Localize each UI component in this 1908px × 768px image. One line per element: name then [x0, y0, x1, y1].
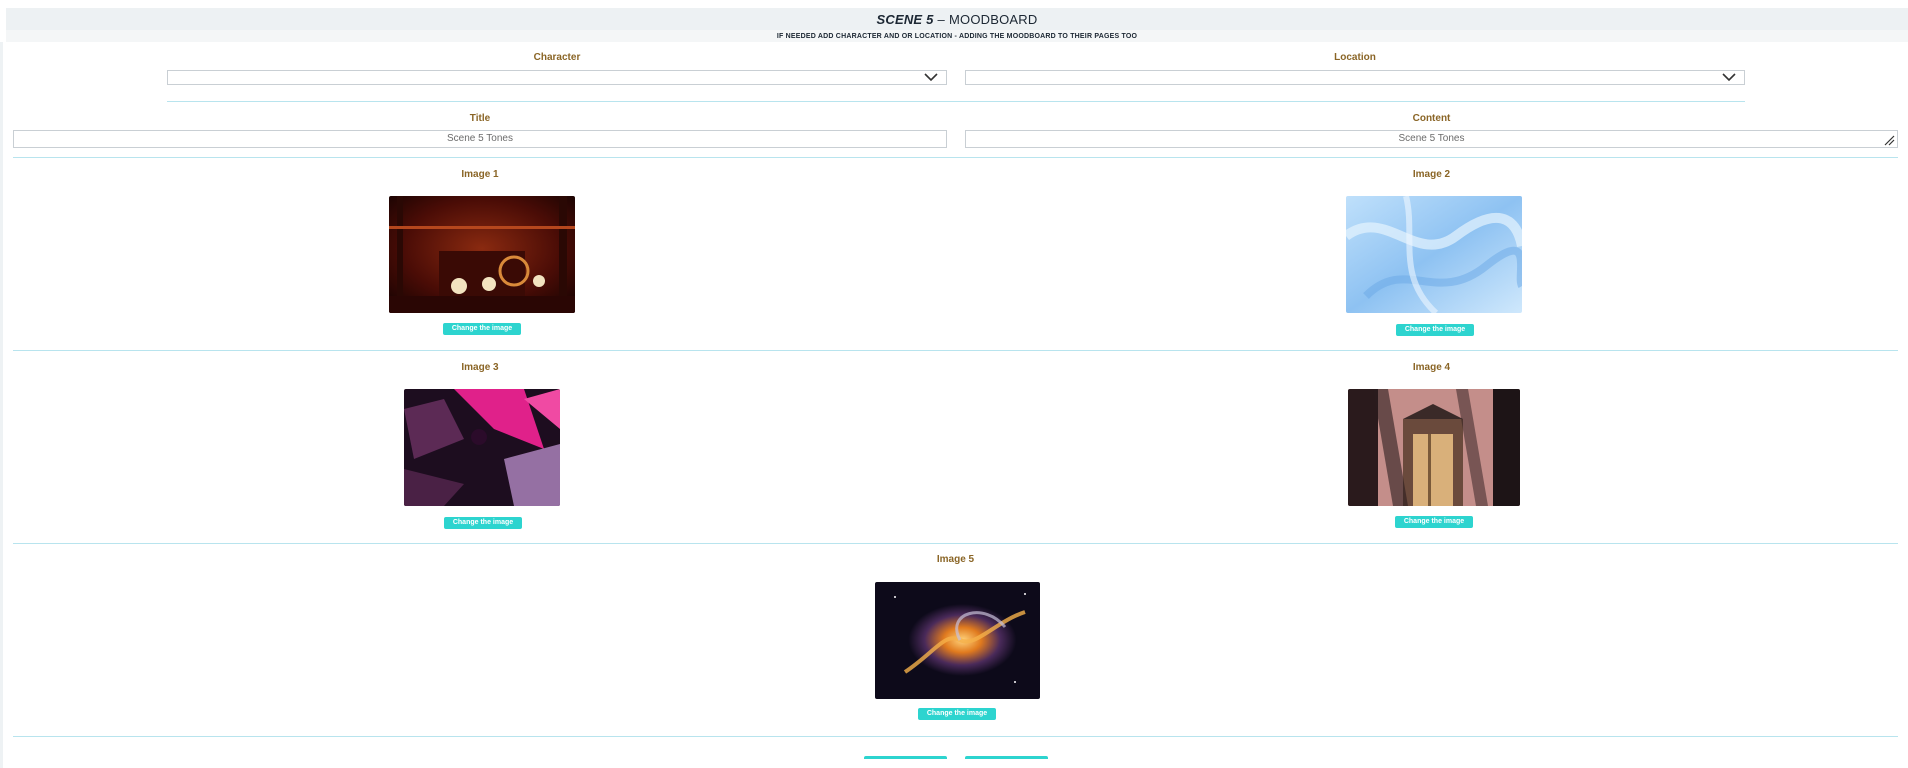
chevron-down-icon [1722, 73, 1736, 82]
divider [167, 101, 1745, 102]
content-textarea[interactable]: Scene 5 Tones [965, 130, 1898, 148]
character-label: Character [533, 52, 581, 63]
resize-handle-icon[interactable] [1884, 135, 1895, 146]
change-image-2-button[interactable]: Change the image [1396, 324, 1474, 336]
change-image-1-button[interactable]: Change the image [443, 323, 521, 335]
bottom-action-button-1[interactable] [864, 756, 947, 759]
image-2-thumbnail [1346, 196, 1522, 313]
left-edge [0, 42, 3, 768]
change-image-3-button[interactable]: Change the image [444, 517, 522, 529]
location-label: Location [1334, 52, 1376, 63]
content-value: Scene 5 Tones [1398, 133, 1465, 144]
chevron-down-icon [924, 73, 938, 82]
image-3-label: Image 3 [461, 362, 499, 373]
divider [13, 157, 1898, 158]
image-5-thumbnail [875, 582, 1040, 699]
page-header: SCENE 5 – MOODBOARD [6, 8, 1908, 30]
image-1-thumbnail [389, 196, 575, 313]
page-title: MOODBOARD [948, 11, 1038, 27]
page-subtitle: IF NEEDED ADD CHARACTER AND OR LOCATION … [6, 30, 1908, 42]
change-image-4-button[interactable]: Change the image [1395, 516, 1473, 528]
image-4-thumbnail [1348, 389, 1520, 506]
character-select[interactable] [167, 70, 947, 85]
location-select[interactable] [965, 70, 1745, 85]
content-label: Content [1412, 113, 1451, 124]
image-1-label: Image 1 [461, 169, 499, 180]
divider [13, 350, 1898, 351]
image-5-label: Image 5 [936, 554, 975, 565]
divider [13, 736, 1898, 737]
scene-name: SCENE 5 [876, 11, 934, 27]
image-2-label: Image 2 [1412, 169, 1451, 180]
header-separator: – [937, 11, 945, 27]
bottom-action-button-2[interactable] [965, 756, 1048, 759]
image-4-label: Image 4 [1412, 362, 1451, 373]
title-input[interactable]: Scene 5 Tones [13, 130, 947, 148]
title-label: Title [469, 113, 491, 124]
change-image-5-button[interactable]: Change the image [918, 708, 996, 720]
image-3-thumbnail [404, 389, 560, 506]
divider [13, 543, 1898, 544]
